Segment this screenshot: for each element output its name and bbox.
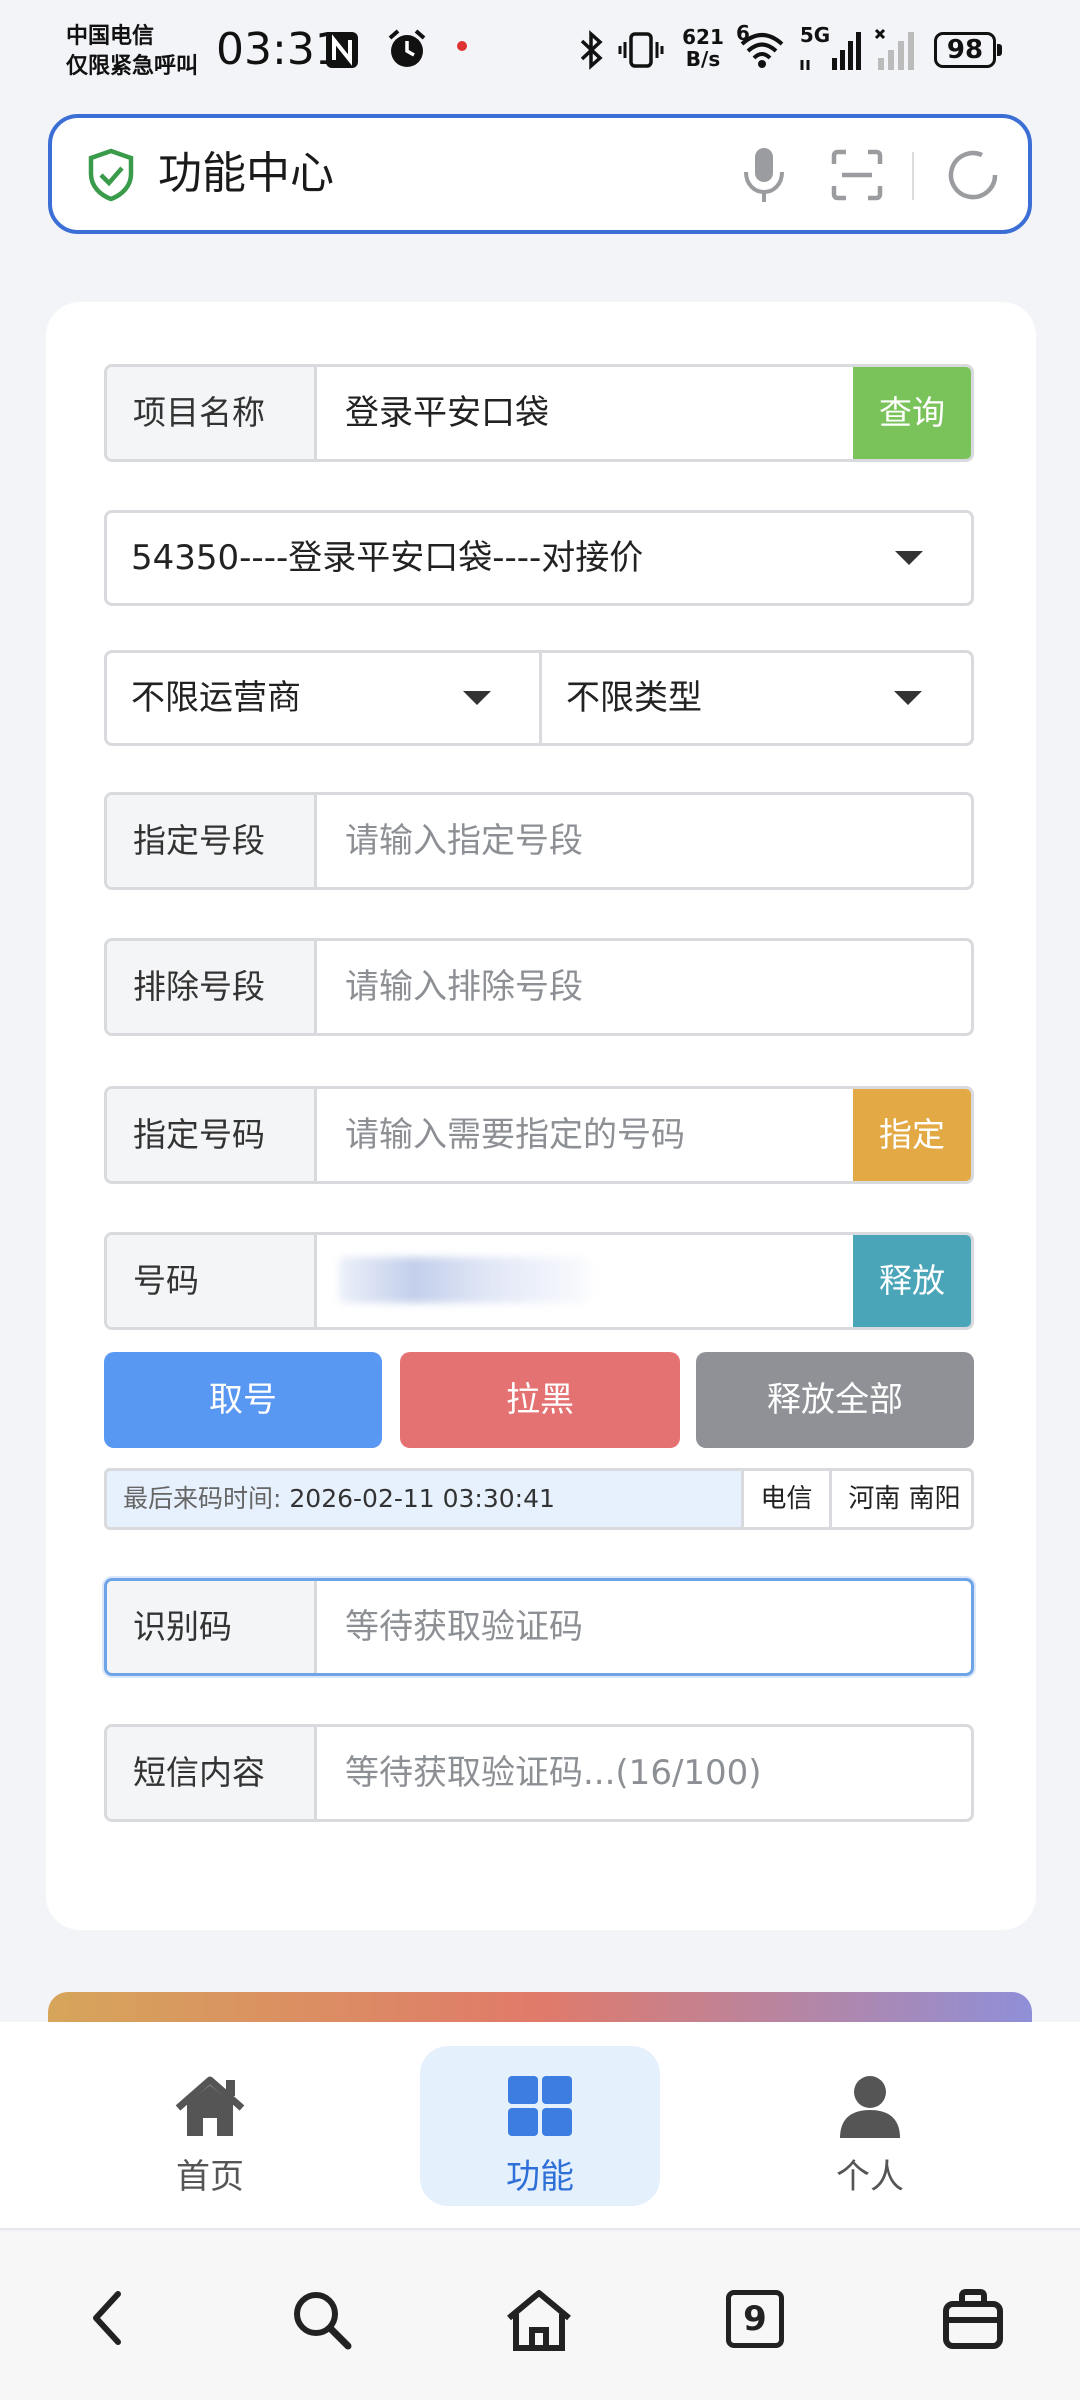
back-icon[interactable]: [84, 2288, 134, 2348]
exclude-segment-input[interactable]: 请输入排除号段: [345, 941, 583, 1033]
net-speed-value: 621: [682, 25, 724, 49]
query-button[interactable]: 查询: [853, 367, 971, 459]
release-all-button[interactable]: 释放全部: [696, 1352, 974, 1448]
type-select[interactable]: 不限类型: [542, 653, 976, 743]
bluetooth-icon: [580, 30, 603, 70]
grid-icon: [508, 2076, 572, 2136]
browser-navigation-bar: 9: [0, 2232, 1080, 2400]
shield-check-icon: [88, 148, 134, 202]
carrier-status: 仅限紧急呼叫: [66, 54, 199, 79]
home-icon: [175, 2076, 245, 2136]
specify-number-label: 指定号码: [107, 1089, 317, 1181]
number-input[interactable]: [319, 1235, 819, 1327]
briefcase-icon[interactable]: [942, 2288, 1004, 2350]
notification-dot-icon: [457, 41, 467, 51]
carrier-name: 中国电信: [66, 24, 155, 49]
project-select[interactable]: 54350----登录平安口袋----对接价: [104, 510, 974, 606]
exclude-segment-label: 排除号段: [107, 941, 317, 1033]
net-speed-unit: B/s: [685, 47, 721, 71]
status-bar: 中国电信 仅限紧急呼叫 03:31 621 B/s 6 5G 98: [0, 0, 1080, 104]
wifi-badge: 6: [736, 21, 750, 45]
carrier-info: 中国电信 仅限紧急呼叫: [66, 22, 198, 82]
release-button[interactable]: 释放: [853, 1235, 971, 1327]
type-select-value: 不限类型: [566, 678, 702, 718]
take-number-button[interactable]: 取号: [104, 1352, 382, 1448]
page-title: 功能中心: [158, 148, 334, 199]
next-card-edge: [48, 1992, 1032, 2022]
tab-home[interactable]: 首页: [90, 2046, 330, 2206]
nfc-icon: [326, 32, 358, 68]
number-label: 号码: [107, 1235, 317, 1327]
last-code-time: 最后来码时间: 2026-02-11 03:30:41: [123, 1471, 555, 1527]
specify-button[interactable]: 指定: [853, 1089, 971, 1181]
tab-profile[interactable]: 个人: [750, 2046, 990, 2206]
blacklist-button[interactable]: 拉黑: [400, 1352, 680, 1448]
no-signal-icon: [874, 28, 914, 70]
tab-function-label: 功能: [506, 2157, 574, 2197]
tab-count-button[interactable]: 9: [726, 2290, 784, 2348]
project-name-input[interactable]: 登录平安口袋: [345, 367, 549, 459]
search-icon[interactable]: [290, 2288, 352, 2350]
carrier-badge: 电信: [741, 1471, 829, 1527]
alarm-icon: [388, 29, 426, 67]
number-row: 号码 释放: [104, 1232, 974, 1330]
specify-number-row: 指定号码 请输入需要指定的号码 指定: [104, 1086, 974, 1184]
project-select-value: 54350----登录平安口袋----对接价: [131, 538, 644, 578]
code-input[interactable]: 等待获取验证码: [345, 1581, 583, 1673]
operator-select-value: 不限运营商: [131, 678, 301, 718]
address-bar[interactable]: 功能中心: [48, 114, 1032, 234]
tab-home-label: 首页: [176, 2157, 244, 2197]
sms-label: 短信内容: [107, 1727, 317, 1819]
project-name-label: 项目名称: [107, 367, 317, 459]
code-label: 识别码: [107, 1581, 317, 1673]
sms-content[interactable]: 等待获取验证码...(16/100): [345, 1727, 762, 1819]
redacted-number: [339, 1257, 589, 1303]
filter-selects: 不限运营商 不限类型: [104, 650, 974, 746]
signal-strength-icon: [800, 32, 861, 70]
microphone-icon[interactable]: [740, 144, 788, 206]
vibrate-icon: [618, 32, 664, 68]
specify-number-input[interactable]: 请输入需要指定的号码: [345, 1089, 685, 1181]
bottom-tab-bar: 首页 功能 个人: [0, 2022, 1080, 2230]
operator-select[interactable]: 不限运营商: [107, 653, 541, 743]
person-icon: [840, 2076, 900, 2138]
specify-segment-input[interactable]: 请输入指定号段: [345, 795, 583, 887]
last-code-time-key: 最后来码时间:: [123, 1484, 282, 1513]
region-badge: 河南 南阳: [829, 1471, 971, 1527]
chevron-down-icon: [894, 691, 922, 705]
address-bar-divider: [912, 152, 914, 200]
last-code-time-value: 2026-02-11 03:30:41: [289, 1484, 555, 1513]
last-code-info: 最后来码时间: 2026-02-11 03:30:41 电信 河南 南阳: [104, 1468, 974, 1530]
tab-function[interactable]: 功能: [420, 2046, 660, 2206]
net-speed: 621 B/s: [680, 26, 726, 70]
exclude-segment-row: 排除号段 请输入排除号段: [104, 938, 974, 1036]
code-row: 识别码 等待获取验证码: [104, 1578, 974, 1676]
reload-icon[interactable]: [944, 146, 1002, 204]
project-name-row: 项目名称 登录平安口袋 查询: [104, 364, 974, 462]
home-page-icon[interactable]: [504, 2288, 574, 2352]
tab-profile-label: 个人: [836, 2157, 904, 2197]
specify-segment-label: 指定号段: [107, 795, 317, 887]
chevron-down-icon: [463, 691, 491, 705]
specify-segment-row: 指定号段 请输入指定号段: [104, 792, 974, 890]
sms-row: 短信内容 等待获取验证码...(16/100): [104, 1724, 974, 1822]
battery-indicator: 98: [934, 32, 1002, 68]
scan-icon[interactable]: [830, 148, 884, 202]
chevron-down-icon: [895, 551, 923, 565]
